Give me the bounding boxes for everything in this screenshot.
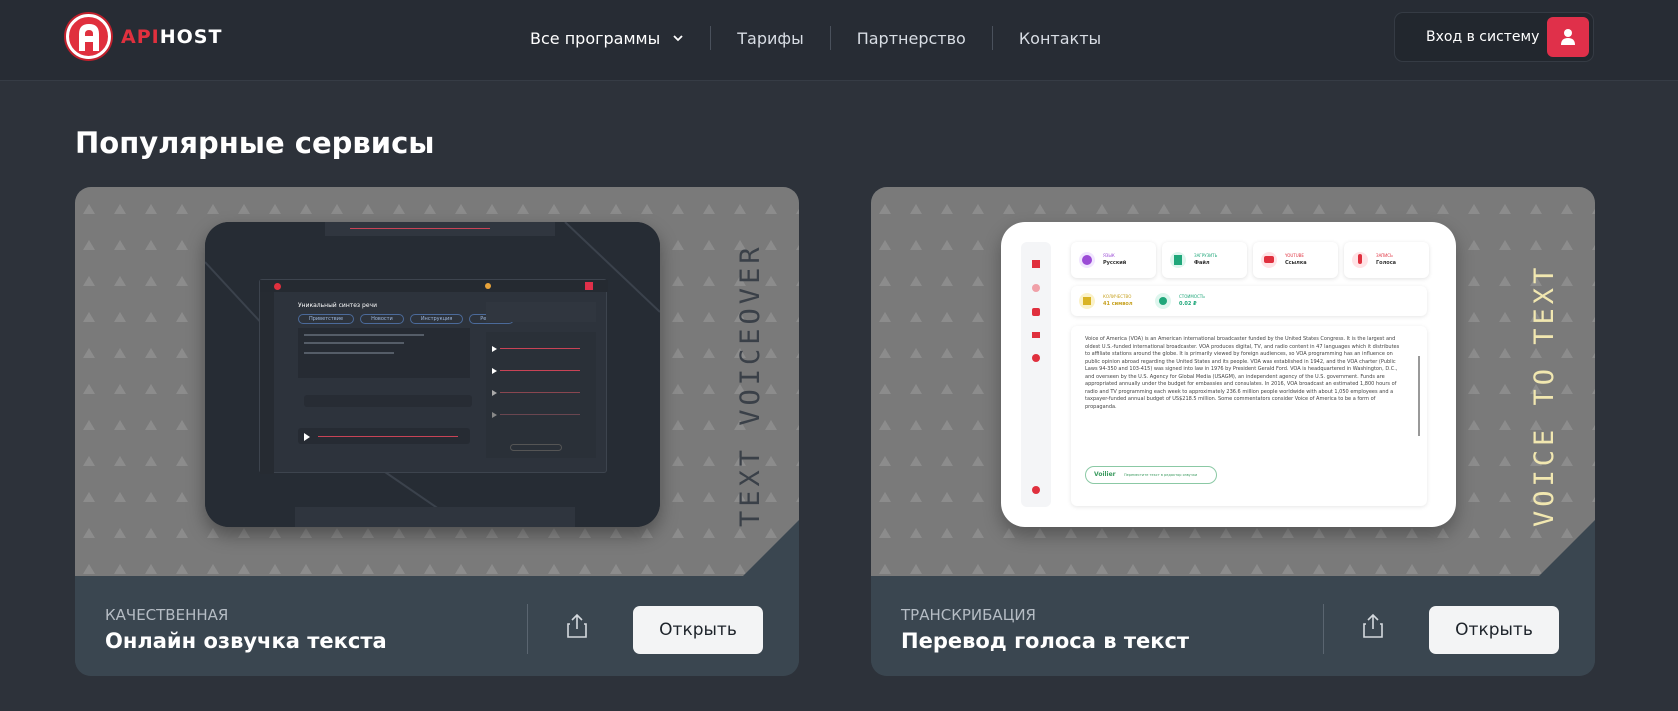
inner-tab: Инструкция	[409, 314, 464, 324]
inner-app-header	[260, 280, 608, 292]
logo-host-text: HOST	[159, 25, 223, 48]
transcript-panel: Voice of America (VOA) is an American in…	[1071, 326, 1427, 506]
stat-small-label: СТОИМОСТЬ	[1179, 294, 1205, 299]
chip-small-label: ЗАПИСЬ	[1376, 253, 1393, 258]
inner-app-window: Уникальный синтез речи Приветствие Новос…	[259, 279, 608, 474]
inner-voice-panel	[486, 302, 596, 322]
chevron-down-icon	[673, 35, 683, 42]
inner-tabs: Приветствие Новости Инструкция Реклама	[298, 314, 514, 324]
chip-small-label: ЯЗЫК	[1103, 253, 1115, 258]
inner-history-panel	[486, 332, 596, 458]
chip-big-label: Файл	[1194, 260, 1210, 266]
transcript-scrollbar	[1418, 356, 1420, 436]
stat-big-label: 0.02 ₽	[1179, 301, 1197, 307]
logo-text: APIHOST	[121, 26, 222, 48]
inner-text-area	[298, 328, 470, 378]
logo-badge-icon	[66, 14, 111, 59]
editor-logo: Voilier	[1094, 471, 1116, 478]
editor-label: Переместите текст в редактор озвучки	[1124, 473, 1198, 477]
mail-icon	[1032, 332, 1040, 338]
section-title: Популярные сервисы	[75, 126, 435, 160]
card-visual[interactable]: ЯЗЫК Русский ЗАГРУЗИТЬ Файл YOUTUBE Ссыл…	[871, 187, 1595, 576]
top-header: APIHOST Все программы Тарифы Партнерство…	[0, 0, 1678, 81]
card-title[interactable]: Онлайн озвучка текста	[105, 629, 387, 653]
footer-divider	[527, 604, 528, 654]
chip-small-label: YOUTUBE	[1285, 253, 1304, 258]
chip-big-label: Голоса	[1376, 260, 1397, 266]
inner-player	[298, 428, 470, 444]
card-footer: КАЧЕСТВЕННАЯ Онлайн озвучка текста Откры…	[75, 576, 799, 676]
card-kicker: ТРАНСКРИБАЦИЯ	[901, 606, 1036, 624]
stat-big-label: 41 символ	[1103, 301, 1133, 307]
user-icon-button[interactable]	[1547, 17, 1589, 57]
main-nav: Все программы Тарифы Партнерство Контакт…	[530, 0, 1127, 76]
nav-contacts[interactable]: Контакты	[993, 29, 1127, 48]
card-footer: ТРАНСКРИБАЦИЯ Перевод голоса в текст Отк…	[871, 576, 1595, 676]
editor-pill: Voilier Переместите текст в редактор озв…	[1085, 466, 1217, 484]
hand-icon	[1032, 284, 1040, 292]
stats-row: КОЛИЧЕСТВО 41 символ СТОИМОСТЬ 0.02 ₽	[1071, 286, 1427, 316]
stt-app-preview: ЯЗЫК Русский ЗАГРУЗИТЬ Файл YOUTUBE Ссыл…	[1001, 222, 1456, 527]
share-icon[interactable]	[1361, 613, 1385, 639]
vertical-label: VOICE TO TEXT	[1529, 263, 1560, 527]
chip-big-label: Ссылка	[1285, 260, 1307, 266]
nav-tariffs[interactable]: Тарифы	[711, 29, 829, 48]
nav-partnership[interactable]: Партнерство	[831, 29, 992, 48]
home-icon	[1032, 260, 1040, 268]
inner-settings-bar	[304, 395, 472, 407]
logo-api-text: API	[121, 25, 160, 48]
tts-app-preview: Уникальный синтез речи Приветствие Новос…	[205, 222, 660, 527]
inner-tab: Новости	[360, 314, 404, 324]
nav-all-programs[interactable]: Все программы	[530, 29, 710, 48]
preview-sidebar	[1021, 242, 1051, 507]
card-kicker: КАЧЕСТВЕННАЯ	[105, 606, 229, 624]
inner-user-icon	[585, 282, 593, 290]
inner-logo-icon	[274, 283, 281, 290]
nav-all-programs-label: Все программы	[530, 28, 661, 48]
login-label: Вход в систему	[1426, 29, 1540, 45]
chip-youtube: YOUTUBE Ссылка	[1253, 242, 1338, 278]
chat-icon	[1032, 354, 1040, 362]
chip-small-label: ЗАГРУЗИТЬ	[1194, 253, 1218, 258]
inner-sidebar	[260, 292, 274, 474]
user-icon	[1561, 29, 1575, 45]
stat-small-label: КОЛИЧЕСТВО	[1103, 294, 1132, 299]
star-icon	[1032, 308, 1040, 316]
vertical-label: TEXT VOICEOVER	[735, 243, 766, 527]
footer-divider	[1323, 604, 1324, 654]
source-chips: ЯЗЫК Русский ЗАГРУЗИТЬ Файл YOUTUBE Ссыл…	[1071, 242, 1429, 278]
share-icon[interactable]	[565, 613, 589, 639]
card-title[interactable]: Перевод голоса в текст	[901, 629, 1189, 653]
inner-coin-icon	[485, 283, 491, 289]
service-card-stt: ЯЗЫК Русский ЗАГРУЗИТЬ Файл YOUTUBE Ссыл…	[871, 187, 1595, 676]
transcript-text: Voice of America (VOA) is an American in…	[1085, 336, 1400, 410]
chip-big-label: Русский	[1103, 260, 1127, 266]
chip-voice: ЗАПИСЬ Голоса	[1344, 242, 1429, 278]
help-icon	[1032, 486, 1040, 494]
inner-tab: Приветствие	[298, 314, 355, 324]
chip-file: ЗАГРУЗИТЬ Файл	[1162, 242, 1247, 278]
logo[interactable]: APIHOST	[66, 14, 222, 59]
service-card-tts: Уникальный синтез речи Приветствие Новос…	[75, 187, 799, 676]
card-visual[interactable]: Уникальный синтез речи Приветствие Новос…	[75, 187, 799, 576]
inner-heading: Уникальный синтез речи	[298, 302, 377, 309]
open-button[interactable]: Открыть	[1429, 606, 1559, 654]
chip-language: ЯЗЫК Русский	[1071, 242, 1156, 278]
open-button[interactable]: Открыть	[633, 606, 763, 654]
login-button[interactable]: Вход в систему	[1394, 12, 1594, 62]
